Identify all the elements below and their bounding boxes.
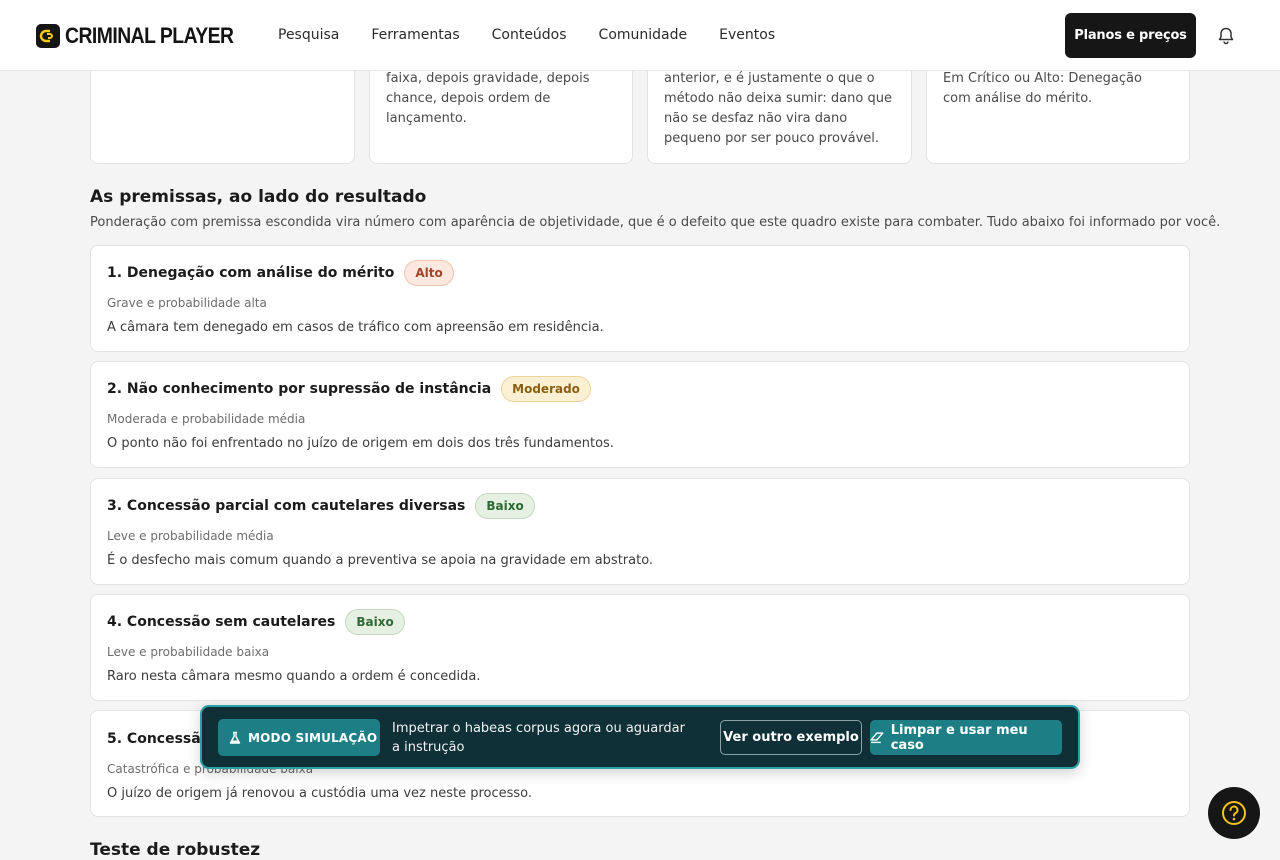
robustness-title: Teste de robustez [90, 840, 261, 860]
clear-use-case-label: Limpar e usar meu caso [890, 722, 1028, 753]
premises-title: As premissas, ao lado do resultado [90, 187, 427, 207]
bell-icon[interactable] [1216, 26, 1236, 46]
help-button[interactable] [1208, 787, 1260, 839]
premise-meta: Leve e probabilidade baixa [107, 645, 270, 659]
premise-desc: O ponto não foi enfrentado no juízo de o… [107, 436, 614, 451]
premise-meta: Leve e probabilidade média [107, 529, 274, 543]
summary-card-text: faixa, depois gravidade, depois chance, … [386, 71, 590, 126]
nav-eventos[interactable]: Eventos [719, 27, 775, 43]
premise-desc: Raro nesta câmara mesmo quando a ordem é… [107, 669, 481, 684]
premise-desc: O juízo de origem já renovou a custódia … [107, 786, 533, 801]
premise-desc: A câmara tem denegado em casos de tráfic… [107, 320, 604, 335]
premise-title: 5. Concessão [107, 731, 211, 747]
other-example-button[interactable]: Ver outro exemplo [720, 720, 862, 755]
summary-card-text: anterior, e é justamente o que o método … [664, 71, 892, 146]
simulation-mode-label: MODO SIMULAÇÃO [248, 730, 378, 745]
premise-item-1: 1. Denegação com análise do mérito Alto … [90, 245, 1190, 352]
eraser-icon [870, 732, 884, 744]
simulation-question: Impetrar o habeas corpus agora ou aguard… [392, 721, 685, 755]
risk-badge: Alto [404, 260, 454, 286]
premise-item-2: 2. Não conhecimento por supressão de ins… [90, 361, 1190, 468]
premise-meta: Moderada e probabilidade média [107, 412, 306, 426]
plans-button[interactable]: Planos e preços [1065, 13, 1196, 58]
main-nav: Pesquisa Ferramentas Conteúdos Comunidad… [278, 27, 807, 43]
premise-item-4: 4. Concessão sem cautelares Baixo Leve e… [90, 594, 1190, 701]
premise-title: 4. Concessão sem cautelares [107, 614, 336, 630]
nav-comunidade[interactable]: Comunidade [599, 27, 688, 43]
nav-conteudos[interactable]: Conteúdos [492, 27, 567, 43]
clear-use-case-button[interactable]: Limpar e usar meu caso [870, 720, 1062, 755]
simulation-mode-badge: MODO SIMULAÇÃO [218, 719, 380, 756]
brand-name: CRIMINAL PLAYER [65, 23, 234, 48]
brand-logo[interactable]: CRIMINAL PLAYER [36, 23, 256, 49]
premise-meta: Grave e probabilidade alta [107, 296, 267, 310]
premise-title: 3. Concessão parcial com cautelares dive… [107, 498, 466, 514]
summary-card-text: Em Crítico ou Alto: Denegação com anális… [943, 71, 1142, 106]
premise-desc: É o desfecho mais comum quando a prevent… [107, 553, 654, 568]
premise-title: 2. Não conhecimento por supressão de ins… [107, 381, 492, 397]
question-icon [1222, 801, 1246, 825]
logo-mark-icon [36, 24, 60, 48]
nav-ferramentas[interactable]: Ferramentas [371, 27, 459, 43]
premises-subtitle: Ponderação com premissa escondida vira n… [90, 215, 1221, 230]
risk-badge: Baixo [475, 493, 535, 519]
premise-title: 1. Denegação com análise do mérito [107, 265, 395, 281]
premise-item-3: 3. Concessão parcial com cautelares dive… [90, 478, 1190, 585]
nav-pesquisa[interactable]: Pesquisa [278, 27, 339, 43]
flask-icon [229, 731, 241, 744]
simulation-bar: MODO SIMULAÇÃO Impetrar o habeas corpus … [200, 705, 1080, 769]
top-header: CRIMINAL PLAYER Pesquisa Ferramentas Con… [0, 0, 1280, 71]
risk-badge: Moderado [501, 376, 591, 402]
risk-badge: Baixo [345, 609, 405, 635]
